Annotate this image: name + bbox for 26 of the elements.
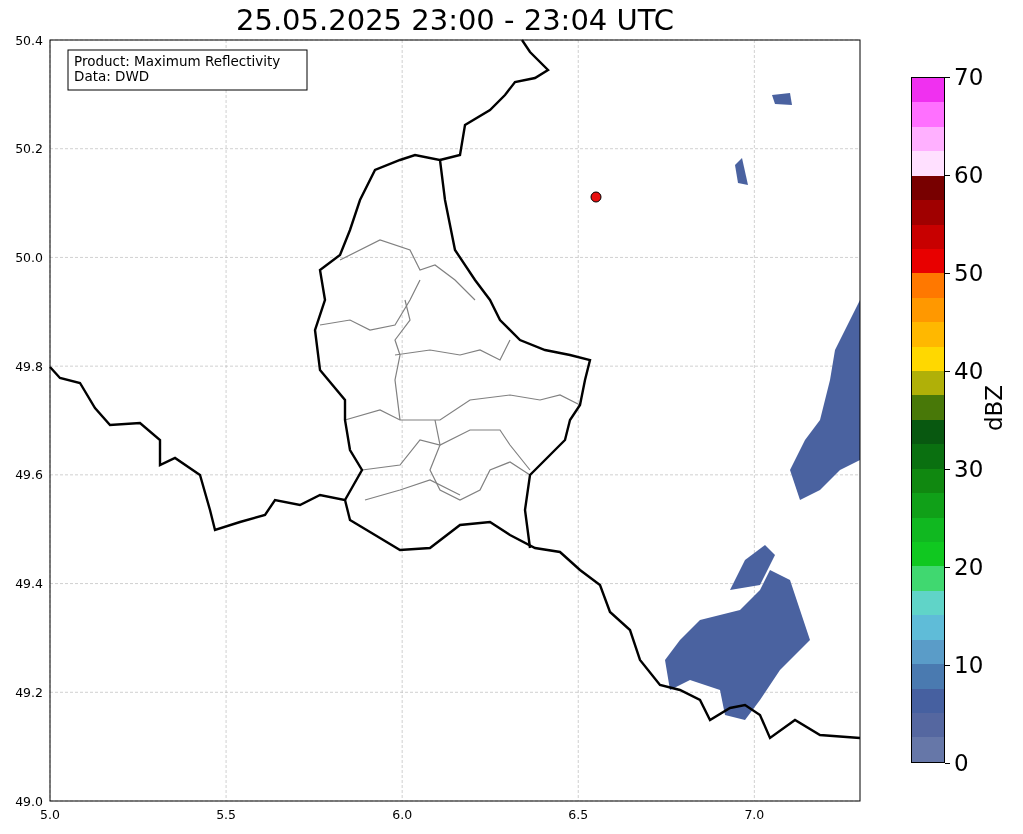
x-tick-label: 6.5 bbox=[568, 807, 589, 822]
legend-text: Product: Maximum Reflectivity bbox=[74, 53, 281, 69]
y-tick-label: 50.2 bbox=[15, 141, 43, 157]
y-tick-label: 49.6 bbox=[15, 467, 43, 483]
y-tick-label: 49.0 bbox=[15, 793, 43, 809]
y-tick-label: 49.8 bbox=[15, 358, 43, 374]
colorbar-tick-label: 0 bbox=[945, 751, 984, 775]
location-marker bbox=[590, 191, 602, 203]
legend-text: Data: DWD bbox=[74, 68, 150, 84]
colorbar-tick-label: 60 bbox=[945, 163, 984, 187]
y-tick-label: 50.4 bbox=[15, 32, 43, 48]
chart-title: 25.05.2025 23:00 - 23:04 UTC bbox=[235, 2, 675, 30]
colorbar-tick-label: 70 bbox=[945, 65, 984, 89]
x-tick-label: 5.0 bbox=[40, 807, 60, 822]
colorbar-tick-label: 10 bbox=[945, 653, 984, 677]
y-tick-label: 49.4 bbox=[15, 576, 43, 592]
colorbar-label: dBZ bbox=[981, 383, 1008, 433]
colorbar-tick-label: 20 bbox=[945, 555, 984, 579]
x-tick-label: 7.0 bbox=[744, 807, 765, 822]
y-tick-label: 50.0 bbox=[15, 249, 43, 265]
x-tick-label: 5.5 bbox=[216, 807, 237, 822]
colorbar-tick-label: 30 bbox=[945, 457, 984, 481]
y-tick-label: 49.2 bbox=[15, 684, 43, 700]
colorbar-tick-label: 40 bbox=[945, 359, 984, 383]
x-tick-label: 6.0 bbox=[392, 807, 413, 822]
colorbar-tick-label: 50 bbox=[945, 261, 984, 285]
